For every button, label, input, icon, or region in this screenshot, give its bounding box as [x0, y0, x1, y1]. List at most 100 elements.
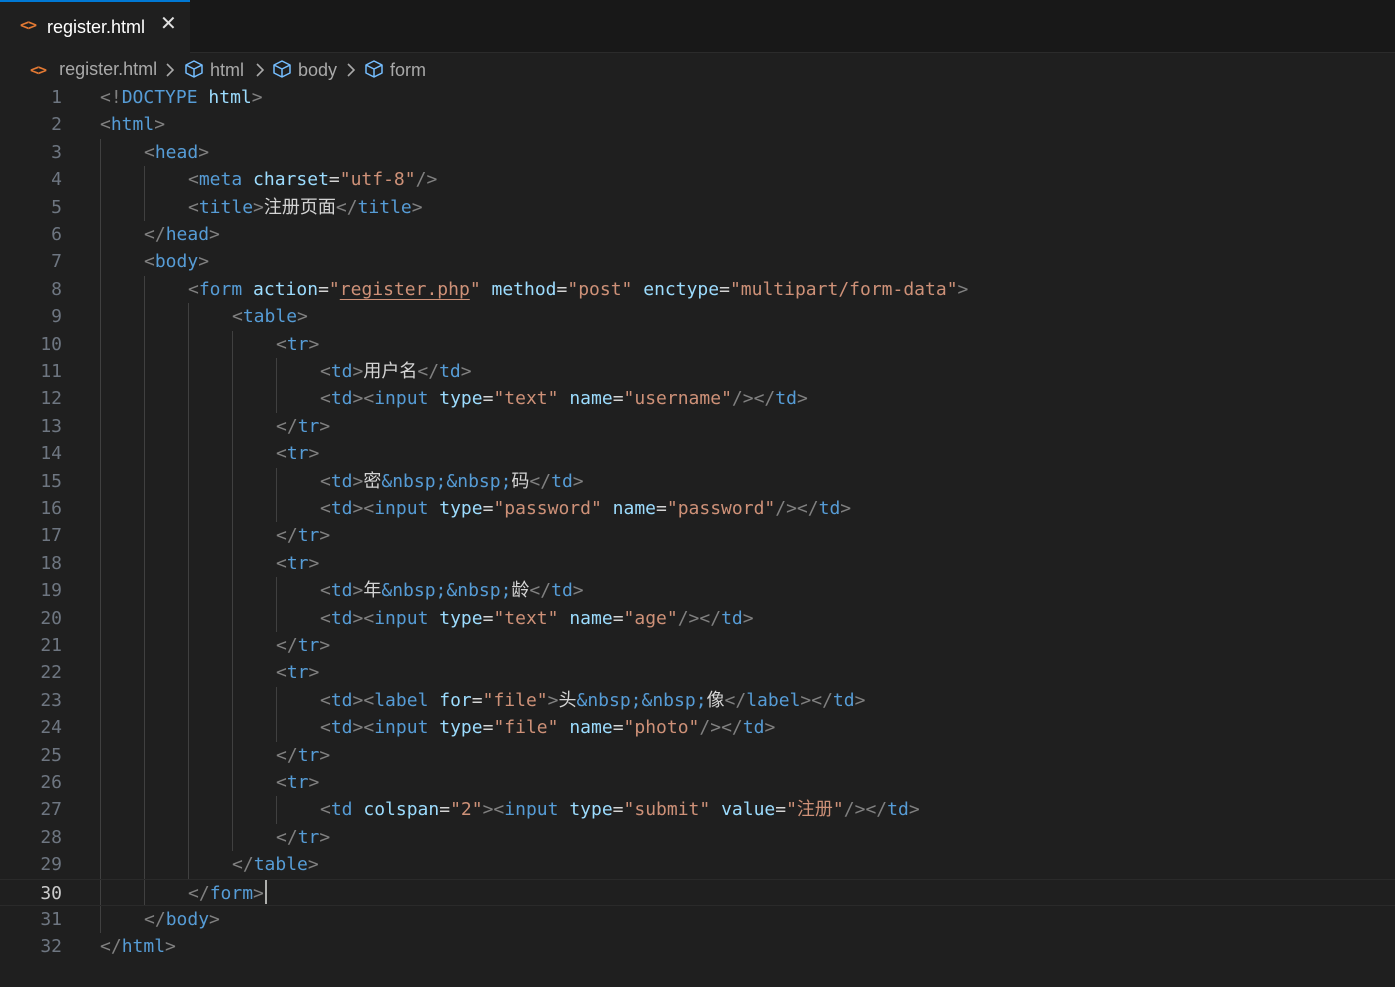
code-text: <td>密&nbsp;&nbsp;码</td>: [320, 470, 584, 492]
breadcrumb-label: body: [298, 60, 338, 80]
code-line[interactable]: 18 <tr>: [0, 550, 1395, 577]
code-line[interactable]: 11 <td>用户名</td>: [0, 358, 1395, 385]
line-number: 5: [51, 196, 62, 218]
code-text: <form action="register.php" method="post…: [188, 278, 969, 300]
code-line[interactable]: 24 <td><input type="file" name="photo"/><…: [0, 714, 1395, 741]
code-text: <head>: [144, 141, 210, 163]
code-text: </form>: [188, 882, 264, 904]
line-number: 10: [40, 333, 62, 355]
line-number: 17: [40, 525, 62, 547]
code-text: </tr>: [276, 826, 331, 848]
code-text: <tr>: [276, 772, 320, 793]
code-text: </html>: [100, 936, 176, 958]
html-file-icon: <>: [30, 61, 47, 79]
line-number: 9: [51, 306, 62, 328]
code-text: <td><input type="text" name="username"/>…: [320, 388, 808, 410]
code-line[interactable]: 2 <html>: [0, 111, 1395, 138]
line-number: 13: [40, 415, 62, 437]
line-number: 30: [40, 882, 62, 904]
cube-icon: [365, 60, 383, 78]
code-text: </tr>: [276, 415, 331, 437]
code-line[interactable]: 13 </tr>: [0, 413, 1395, 440]
code-line[interactable]: 32 </html>: [0, 933, 1395, 960]
close-icon[interactable]: ✕: [160, 14, 177, 34]
code-text: <html>: [100, 114, 166, 136]
code-line[interactable]: 27 <td colspan="2"><input type="submit" v…: [0, 796, 1395, 823]
line-number: 16: [40, 498, 62, 519]
code-text: <td><input type="file" name="photo"/></t…: [320, 717, 776, 739]
code-text: <td>用户名</td>: [320, 361, 472, 382]
code-line[interactable]: 22 <tr>: [0, 659, 1395, 686]
code-text: </tr>: [276, 525, 331, 547]
code-line[interactable]: 5 <title>注册页面</title>: [0, 194, 1395, 221]
code-text: <td><input type="password" name="passwor…: [320, 498, 852, 519]
breadcrumb-label: html: [210, 60, 245, 80]
code-line[interactable]: 20 <td><input type="text" name="age"/></t…: [0, 605, 1395, 632]
code-text: <td colspan="2"><input type="submit" val…: [320, 799, 920, 821]
code-line[interactable]: 25 </tr>: [0, 742, 1395, 769]
breadcrumb-item-form[interactable]: form: [364, 59, 426, 81]
code-line[interactable]: 28 </tr>: [0, 824, 1395, 851]
code-text: </table>: [232, 854, 319, 876]
code-text: </tr>: [276, 635, 331, 656]
code-line[interactable]: 14 <tr>: [0, 440, 1395, 467]
line-number: 3: [51, 141, 62, 163]
code-line[interactable]: 17 </tr>: [0, 522, 1395, 549]
tab-register-html[interactable]: <> register.html ✕: [0, 0, 190, 53]
code-text: <tr>: [276, 333, 320, 355]
breadcrumb-label: form: [390, 60, 426, 80]
line-number: 4: [51, 169, 62, 191]
code-text: </tr>: [276, 744, 331, 766]
code-text: <td><input type="text" name="age"/></td>: [320, 607, 754, 629]
code-text: </head>: [144, 224, 220, 245]
line-number: 1: [51, 87, 62, 108]
code-text: <!DOCTYPE html>: [100, 87, 263, 108]
code-line[interactable]: 6 </head>: [0, 221, 1395, 248]
line-number: 2: [51, 114, 62, 136]
breadcrumb: <> register.html html body form: [0, 56, 1395, 84]
code-editor[interactable]: 1 <!DOCTYPE html> 2 <html> 3 <head> 4 <meta cha…: [0, 84, 1395, 987]
breadcrumb-item-body[interactable]: body: [272, 59, 337, 81]
line-number: 11: [40, 361, 62, 382]
line-number: 26: [40, 772, 62, 793]
code-text: <tr>: [276, 552, 320, 574]
code-text: <table>: [232, 306, 308, 328]
breadcrumb-item-html[interactable]: html: [184, 59, 244, 81]
line-number: 25: [40, 744, 62, 766]
code-line[interactable]: 29 </table>: [0, 851, 1395, 878]
code-line[interactable]: 3 <head>: [0, 139, 1395, 166]
line-number: 12: [40, 388, 62, 410]
line-number: 22: [40, 662, 62, 684]
code-line[interactable]: 30 </form>: [0, 878, 1395, 906]
code-line[interactable]: 12 <td><input type="text" name="username"…: [0, 385, 1395, 412]
code-line[interactable]: 19 <td>年&nbsp;&nbsp;龄</td>: [0, 577, 1395, 604]
code-line[interactable]: 1 <!DOCTYPE html>: [0, 84, 1395, 111]
breadcrumb-item-file[interactable]: <> register.html: [30, 59, 157, 80]
line-number: 15: [40, 470, 62, 492]
code-line[interactable]: 9 <table>: [0, 303, 1395, 330]
line-number: 31: [40, 909, 62, 930]
line-number: 6: [51, 224, 62, 245]
line-number: 18: [40, 552, 62, 574]
code-line[interactable]: 31 </body>: [0, 906, 1395, 933]
code-line[interactable]: 21 </tr>: [0, 632, 1395, 659]
code-line[interactable]: 7 <body>: [0, 248, 1395, 275]
line-number: 28: [40, 826, 62, 848]
code-text: <body>: [144, 251, 210, 273]
code-text: <td><label for="file">头&nbsp;&nbsp;像</la…: [320, 689, 866, 711]
code-line[interactable]: 26 <tr>: [0, 769, 1395, 796]
line-number: 20: [40, 607, 62, 629]
code-line[interactable]: 4 <meta charset="utf-8"/>: [0, 166, 1395, 193]
code-line[interactable]: 15 <td>密&nbsp;&nbsp;码</td>: [0, 468, 1395, 495]
code-line[interactable]: 8 <form action="register.php" method="pos…: [0, 276, 1395, 303]
code-line[interactable]: 23 <td><label for="file">头&nbsp;&nbsp;像</…: [0, 687, 1395, 714]
code-line[interactable]: 16 <td><input type="password" name="passw…: [0, 495, 1395, 522]
line-number: 27: [40, 799, 62, 821]
line-number: 8: [51, 278, 62, 300]
text-cursor: [264, 880, 267, 905]
cube-icon: [185, 60, 203, 78]
tab-label: register.html: [47, 17, 146, 37]
cube-icon: [273, 60, 291, 78]
code-line[interactable]: 10 <tr>: [0, 331, 1395, 358]
line-number: 7: [51, 251, 62, 273]
